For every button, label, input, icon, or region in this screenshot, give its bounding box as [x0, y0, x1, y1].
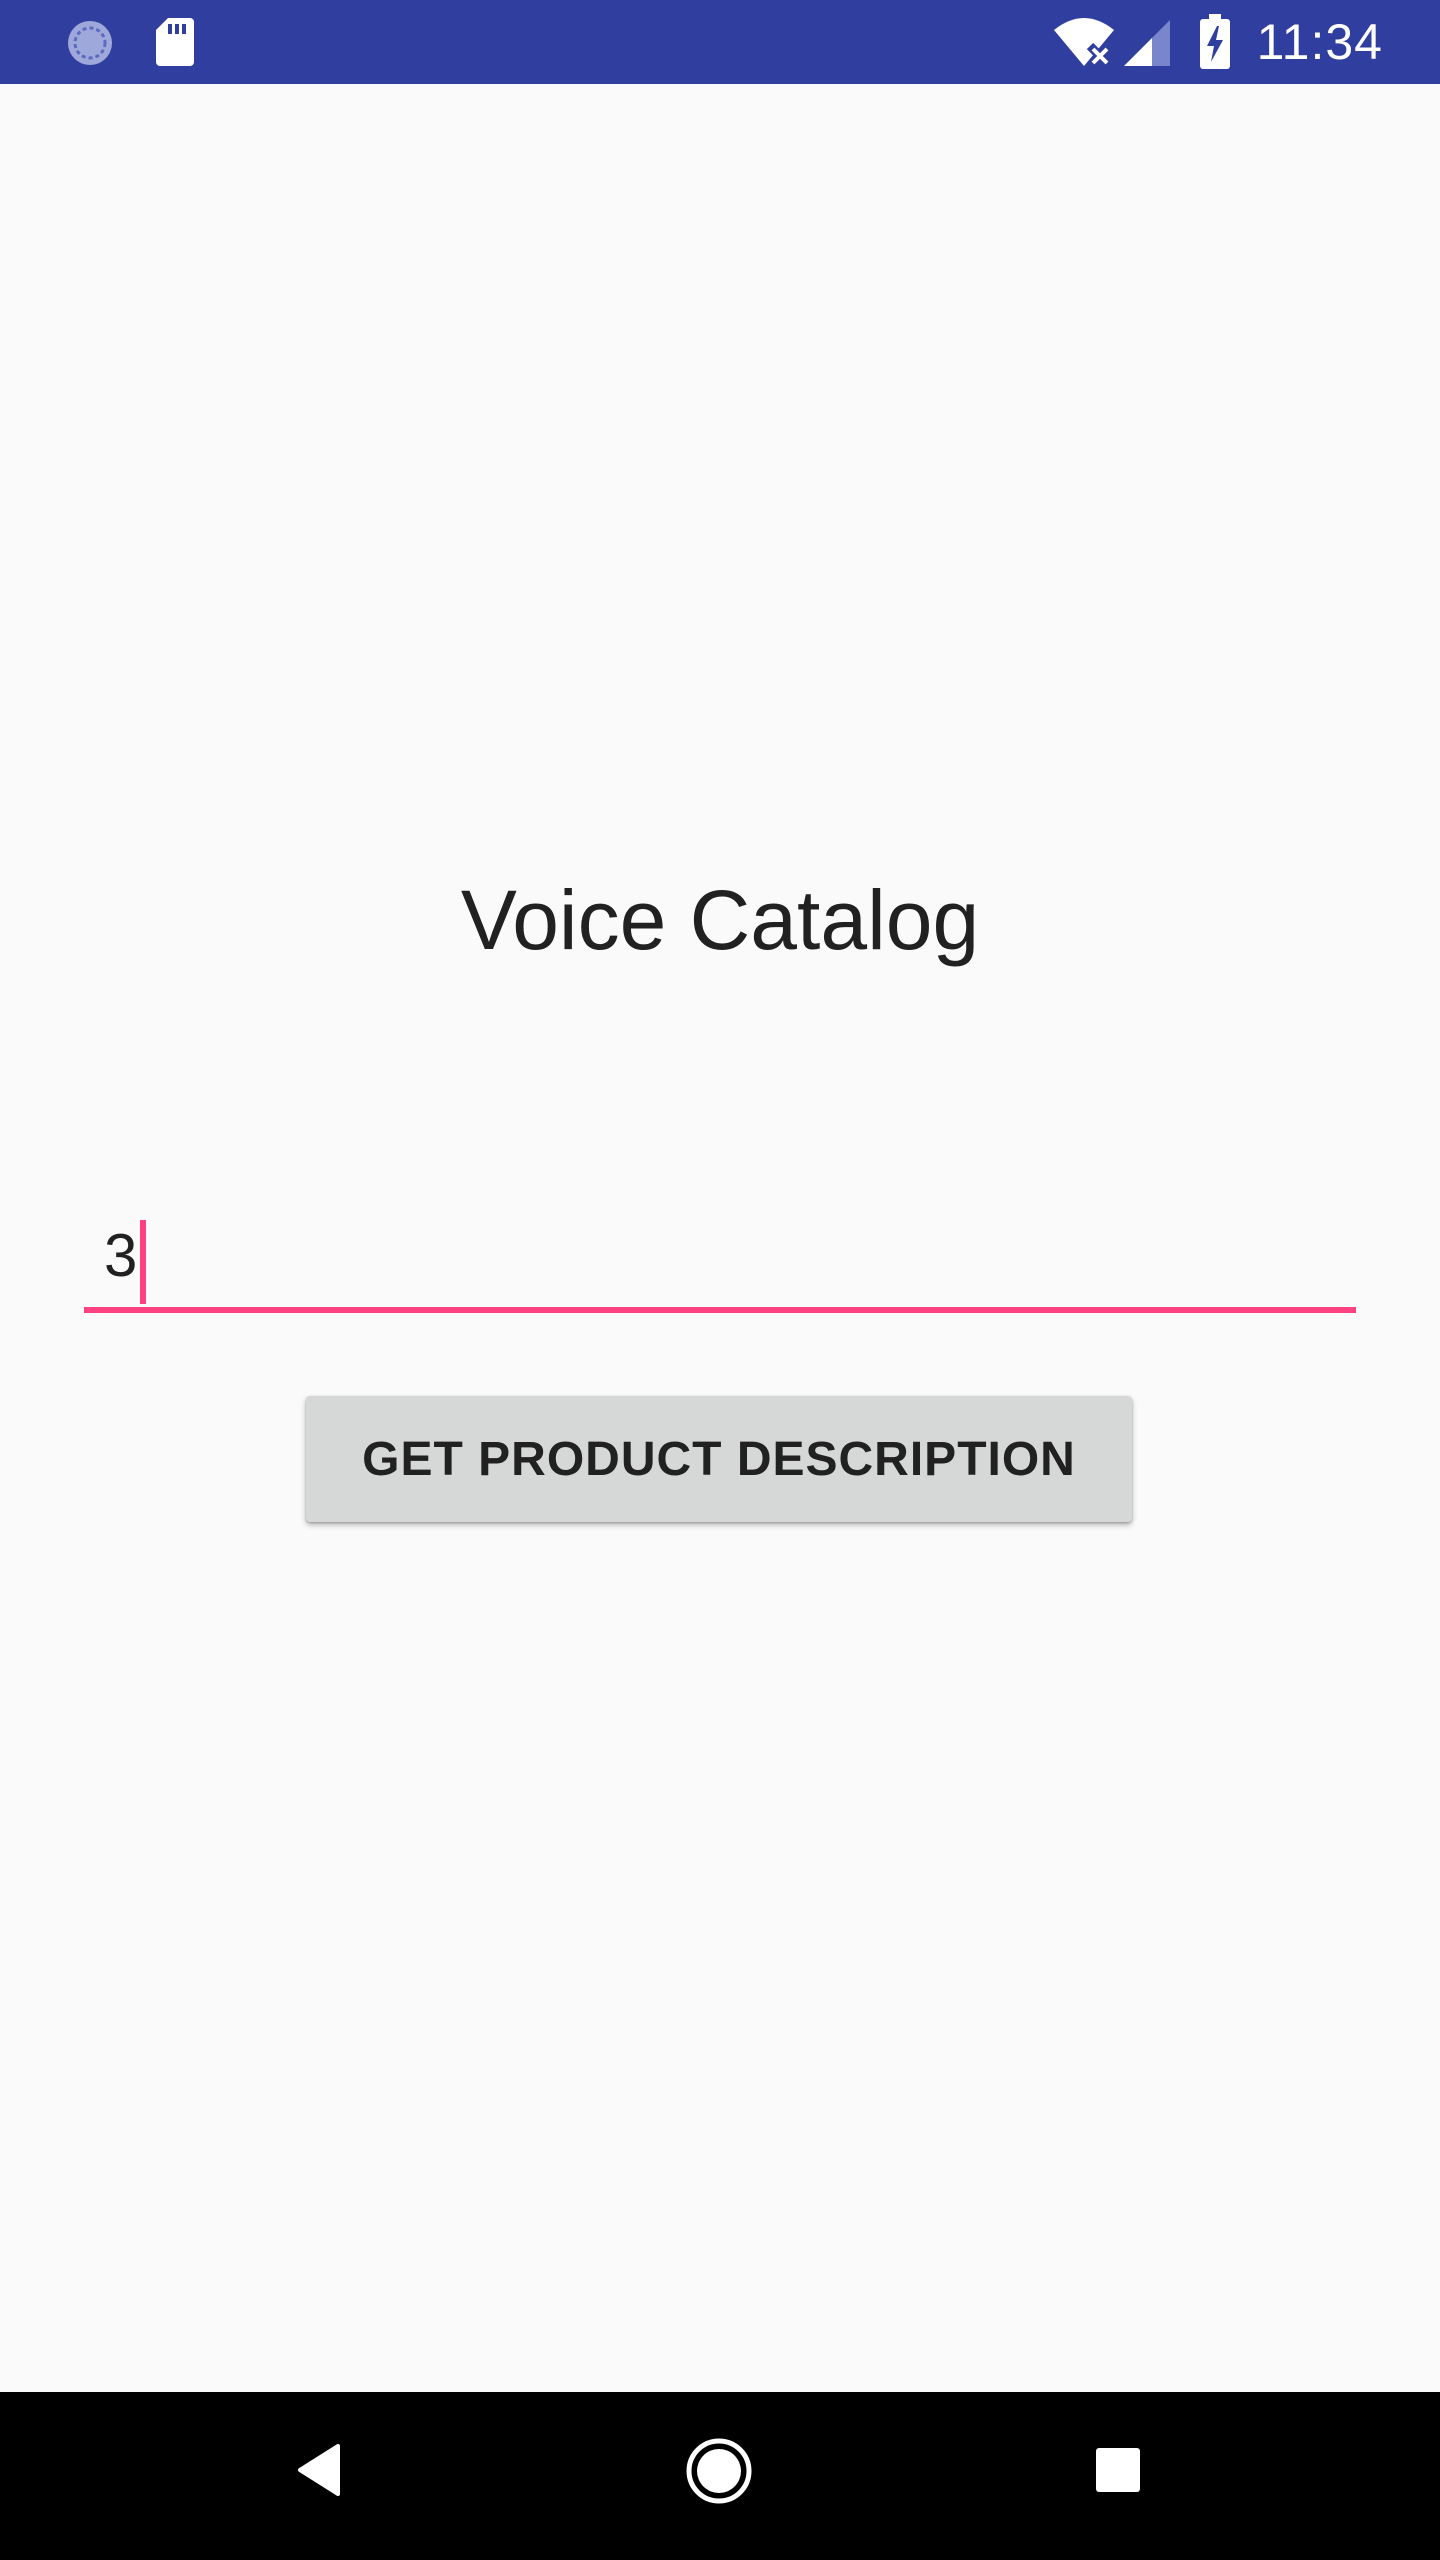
status-bar: 11:34: [0, 0, 1440, 84]
wifi-off-icon: [1054, 18, 1114, 68]
input-underline: [84, 1307, 1356, 1313]
cell-signal-icon: [1124, 20, 1170, 66]
navigation-bar: [0, 2392, 1440, 2560]
get-product-description-button[interactable]: GET PRODUCT DESCRIPTION: [306, 1396, 1132, 1522]
sd-card-icon: [156, 18, 194, 66]
sync-icon: [68, 21, 112, 65]
page-title: Voice Catalog: [460, 873, 980, 967]
product-number-input[interactable]: 3: [84, 1200, 1356, 1316]
battery-charging-icon: [1200, 14, 1230, 69]
product-number-value[interactable]: 3: [104, 1216, 137, 1296]
recents-icon[interactable]: [1094, 2446, 1142, 2494]
back-icon[interactable]: [294, 2442, 344, 2498]
home-icon[interactable]: [684, 2436, 754, 2506]
status-time: 11:34: [1256, 14, 1383, 70]
text-cursor: [140, 1220, 146, 1304]
